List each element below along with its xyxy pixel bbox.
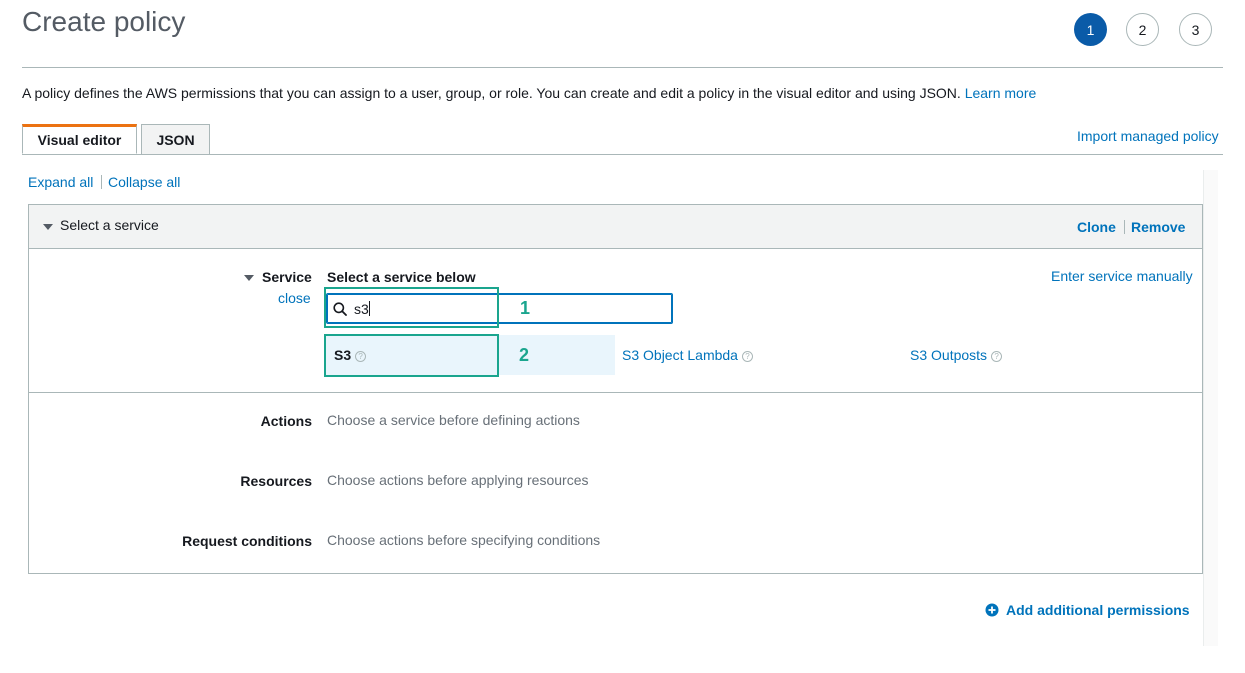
- annotation-box-1: [324, 287, 499, 328]
- service-option-label: S3: [334, 347, 352, 363]
- request-conditions-label: Request conditions: [182, 533, 312, 549]
- learn-more-link[interactable]: Learn more: [965, 85, 1037, 101]
- help-icon[interactable]: ?: [991, 350, 1003, 362]
- annotation-number-1: 1: [520, 298, 531, 318]
- plus-circle-icon: [985, 603, 999, 617]
- service-caret-icon[interactable]: [244, 275, 254, 281]
- resources-label: Resources: [240, 473, 312, 489]
- service-option-s3-object-lambda[interactable]: S3 Object Lambda?: [622, 347, 753, 363]
- step-3: 3: [1179, 13, 1212, 46]
- service-option-label: S3 Outposts: [910, 347, 988, 363]
- panel-header[interactable]: [29, 205, 1202, 249]
- tab-divider: [22, 154, 1223, 155]
- tab-visual-editor[interactable]: Visual editor: [22, 124, 137, 154]
- step-1: 1: [1074, 13, 1107, 46]
- add-additional-permissions-button[interactable]: Add additional permissions: [985, 602, 1190, 618]
- scroll-track: [1203, 170, 1218, 646]
- service-heading: Select a service below: [327, 269, 476, 285]
- annotation-number-2: 2: [519, 345, 530, 365]
- help-icon[interactable]: ?: [741, 350, 753, 362]
- toolbar-separator: [101, 175, 102, 189]
- service-close-link[interactable]: close: [278, 290, 311, 306]
- caret-down-icon[interactable]: [43, 224, 53, 230]
- service-option-s3[interactable]: S3?: [334, 347, 367, 363]
- actions-label: Actions: [260, 413, 312, 429]
- collapse-all-link[interactable]: Collapse all: [108, 174, 180, 190]
- actions-placeholder: Choose a service before defining actions: [327, 412, 580, 428]
- step-2: 2: [1126, 13, 1159, 46]
- help-icon[interactable]: ?: [355, 350, 367, 362]
- clone-button[interactable]: Clone: [1077, 219, 1116, 235]
- resources-placeholder: Choose actions before applying resources: [327, 472, 589, 488]
- header-divider: [22, 67, 1223, 68]
- add-permissions-label: Add additional permissions: [1006, 602, 1190, 618]
- policy-description: A policy defines the AWS permissions tha…: [22, 85, 1036, 101]
- section-title: Select a service: [60, 217, 159, 233]
- import-managed-policy-link[interactable]: Import managed policy: [1077, 128, 1219, 144]
- remove-button[interactable]: Remove: [1131, 219, 1185, 235]
- tab-json[interactable]: JSON: [141, 124, 210, 154]
- permissions-panel: [28, 204, 1203, 574]
- page-title: Create policy: [22, 6, 186, 37]
- enter-service-manually-link[interactable]: Enter service manually: [1051, 268, 1193, 284]
- description-text: A policy defines the AWS permissions tha…: [22, 85, 961, 101]
- service-option-s3-outposts[interactable]: S3 Outposts?: [910, 347, 1003, 363]
- service-label: Service: [262, 269, 312, 285]
- expand-all-link[interactable]: Expand all: [28, 174, 93, 190]
- header-separator: [1124, 220, 1125, 234]
- service-divider: [29, 392, 1202, 393]
- service-option-label: S3 Object Lambda: [622, 347, 738, 363]
- request-conditions-placeholder: Choose actions before specifying conditi…: [327, 532, 601, 548]
